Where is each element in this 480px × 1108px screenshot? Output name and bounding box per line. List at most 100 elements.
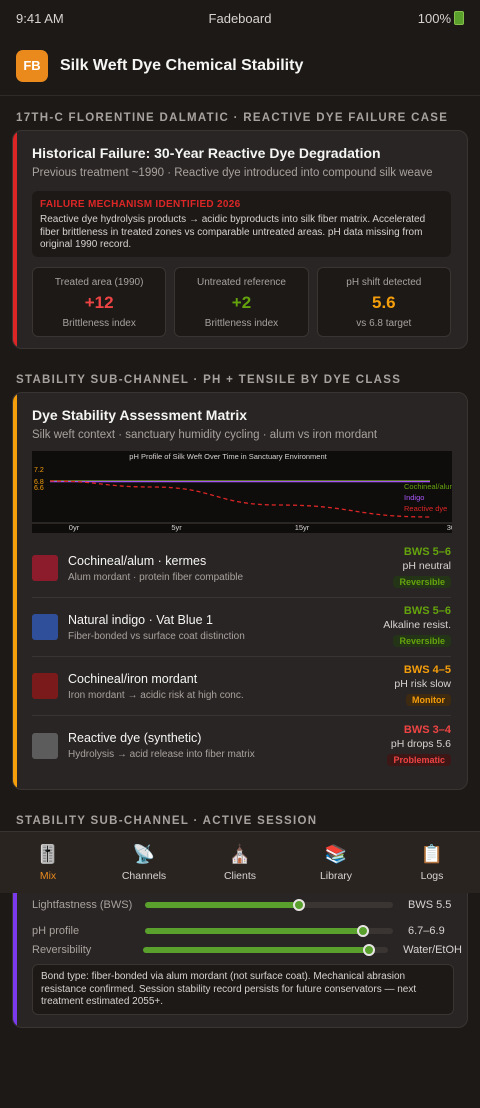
slider-label: Lightfastness (BWS) — [32, 898, 133, 911]
page-title: Silk Weft Dye Chemical Stability — [60, 56, 304, 74]
battery-level: 100% — [417, 10, 451, 26]
dye-row-cochineal-iron[interactable]: Cochineal/iron mordant Iron mordant → ac… — [32, 657, 451, 716]
tab-library[interactable]: 📚 Library — [288, 832, 384, 893]
series-line — [49, 480, 431, 518]
dye-row-reactive[interactable]: Reactive dye (synthetic) Hydrolysis → ac… — [32, 716, 451, 775]
ph-note: pH drops 5.6 — [390, 737, 451, 750]
x-tick-label: 30yr — [447, 523, 452, 532]
ph-note: pH neutral — [402, 560, 451, 572]
stat-value: +2 — [231, 293, 252, 312]
slider-handle[interactable] — [357, 925, 370, 937]
stability-card: Dye Stability Assessment Matrix Silk wef… — [12, 392, 468, 790]
status-time: 9:41 AM — [16, 10, 64, 26]
dye-name: Natural indigo · Vat Blue 1 — [68, 612, 213, 627]
tab-logs[interactable]: 📋 Logs — [384, 832, 480, 893]
bws-rating: BWS 4–5 — [403, 664, 451, 676]
ph-note: pH risk slow — [394, 678, 451, 690]
church-icon: ⛪ — [228, 844, 252, 864]
slider-handle[interactable] — [362, 944, 375, 956]
color-swatch — [32, 732, 58, 759]
stat-value: 5.6 — [372, 293, 396, 312]
stat-sub: Brittleness index — [62, 318, 136, 329]
status-badge: Monitor — [406, 694, 451, 706]
chart-title: pH Profile of Silk Weft Over Time in San… — [129, 452, 327, 461]
slider-ph-profile: pH profile 6.7–6.9 — [32, 922, 462, 940]
slider-fill — [143, 947, 369, 953]
failure-card: Historical Failure: 30-Year Reactive Dye… — [12, 130, 468, 349]
x-tick-label: 15yr — [295, 523, 310, 532]
satellite-icon: 📡 — [132, 844, 156, 864]
legend-label: Reactive dye — [404, 504, 447, 513]
dye-desc: Iron mordant → acidic risk at high conc. — [68, 689, 244, 701]
slider-fill — [145, 902, 299, 908]
x-tick-label: 0yr — [69, 523, 80, 532]
app-header: FB Silk Weft Dye Chemical Stability — [0, 36, 480, 96]
color-swatch — [32, 673, 58, 699]
failure-stats: Treated area (1990) +12 Brittleness inde… — [32, 267, 451, 337]
mixer-icon: 🎚️ — [36, 844, 60, 864]
failure-section-label: 17TH-C FLORENTINE DALMATIC · REACTIVE DY… — [16, 112, 449, 124]
status-bar: 9:41 AM Fadeboard 100% — [0, 0, 480, 36]
ph-chart-svg: pH Profile of Silk Weft Over Time in San… — [32, 452, 452, 532]
dye-desc: Hydrolysis → acid release into fiber mat… — [68, 749, 255, 760]
dye-desc: Fiber-bonded vs surface coat distinction — [68, 630, 245, 642]
tab-mix[interactable]: 🎚️ Mix — [0, 832, 96, 893]
slider-reversibility: Reversibility Water/EtOH — [32, 941, 462, 959]
tab-clients[interactable]: ⛪ Clients — [192, 832, 288, 893]
tab-channels[interactable]: 📡 Channels — [96, 832, 192, 893]
slider-track[interactable] — [145, 899, 393, 911]
alert-title: FAILURE MECHANISM IDENTIFIED 2026 — [40, 199, 241, 210]
slider-value: Water/EtOH — [403, 944, 462, 956]
failure-alert: FAILURE MECHANISM IDENTIFIED 2026 Reacti… — [32, 191, 451, 257]
slider-label: Reversibility — [32, 943, 92, 956]
stability-section-label: STABILITY SUB-CHANNEL · PH + TENSILE BY … — [16, 374, 402, 386]
stat-card: Untreated reference +2 Brittleness index — [174, 267, 309, 337]
color-swatch — [32, 614, 58, 640]
stat-sub: Brittleness index — [204, 318, 279, 329]
ph-note: Alkaline resist. — [383, 619, 451, 631]
status-badge: Reversible — [393, 635, 451, 647]
stat-sub: vs 6.8 target — [356, 318, 412, 329]
dye-name: Reactive dye (synthetic) — [68, 731, 202, 745]
dye-desc: Alum mordant · protein fiber compatible — [68, 571, 244, 583]
dye-row-indigo[interactable]: Natural indigo · Vat Blue 1 Fiber-bonded… — [32, 598, 451, 657]
battery-indicator: 100% — [418, 11, 464, 26]
status-app-name: Fadeboard — [208, 10, 272, 26]
alert-body: Reactive dye hydrolysis products → acidi… — [40, 214, 426, 250]
stat-card: Treated area (1990) +12 Brittleness inde… — [32, 267, 167, 337]
slider-handle[interactable] — [292, 899, 305, 911]
slider-lightfastness: Lightfastness (BWS) BWS 5.5 — [32, 896, 462, 914]
tab-label: Logs — [420, 870, 444, 882]
slider-fill — [145, 928, 364, 934]
card-accent — [13, 131, 17, 348]
status-badge: Reversible — [393, 576, 451, 588]
tab-label: Channels — [121, 870, 167, 882]
color-swatch — [32, 555, 58, 581]
stat-card: pH shift detected 5.6 vs 6.8 target — [316, 267, 451, 337]
tab-label: Clients — [223, 870, 257, 882]
stat-label: Untreated reference — [197, 277, 286, 288]
legend-label: Indigo — [404, 493, 424, 502]
session-section-label: STABILITY SUB-CHANNEL · ACTIVE SESSION — [16, 815, 318, 827]
tab-bar: 🎚️ Mix 📡 Channels ⛪ Clients 📚 Library 📋 … — [0, 831, 480, 893]
slider-label: pH profile — [32, 924, 80, 937]
status-badge: Problematic — [387, 753, 451, 766]
stability-card-title: Dye Stability Assessment Matrix — [32, 407, 248, 423]
app-logo[interactable]: FB — [16, 49, 48, 82]
dye-row-cochineal-alum[interactable]: Cochineal/alum · kermes Alum mordant · p… — [32, 539, 451, 598]
ph-chart: pH Profile of Silk Weft Over Time in San… — [32, 451, 452, 533]
y-tick-label: 7.2 — [34, 467, 44, 474]
stat-label: Treated area (1990) — [54, 277, 144, 288]
slider-track[interactable] — [143, 944, 389, 956]
card-accent — [13, 393, 17, 789]
x-tick-label: 5yr — [171, 523, 182, 532]
stability-card-subtitle: Silk weft context · sanctuary humidity c… — [32, 429, 378, 441]
stat-value: +12 — [84, 293, 114, 312]
failure-card-title: Historical Failure: 30-Year Reactive Dye… — [32, 145, 381, 161]
battery-icon — [454, 11, 464, 25]
dye-name: Cochineal/iron mordant — [68, 671, 198, 686]
legend-label: Cochineal/alum — [404, 482, 452, 491]
slider-track[interactable] — [145, 925, 393, 937]
session-note: Bond type: fiber-bonded via alum mordant… — [32, 964, 454, 1015]
slider-value: 6.7–6.9 — [408, 925, 445, 937]
